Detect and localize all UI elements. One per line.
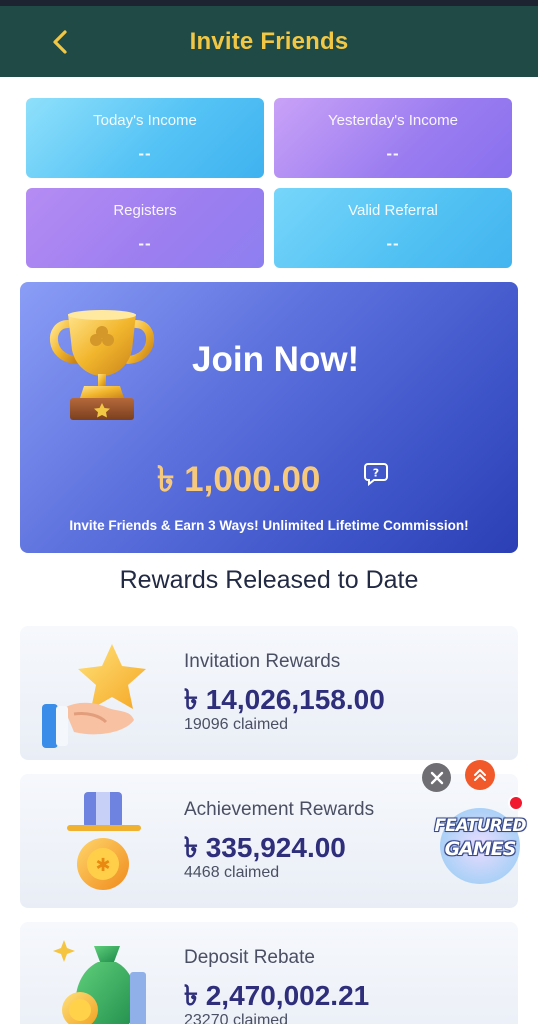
reward-title: Deposit Rebate bbox=[184, 947, 315, 968]
trophy-icon bbox=[50, 310, 154, 420]
stat-label: Yesterday's Income bbox=[328, 112, 458, 129]
stat-label: Valid Referral bbox=[348, 202, 438, 219]
stat-todays-income: Today's Income -- bbox=[26, 98, 264, 178]
scroll-top-button[interactable] bbox=[465, 760, 495, 790]
join-heading: Join Now! bbox=[192, 340, 360, 379]
join-banner[interactable]: Join Now! ৳ 1,000.00 ? Invite Friends & … bbox=[20, 282, 518, 553]
money-bag-icon bbox=[53, 940, 146, 1024]
close-icon bbox=[430, 771, 443, 784]
stat-value: -- bbox=[138, 234, 152, 253]
featured-line1: FEATURED bbox=[434, 816, 527, 836]
stat-value: -- bbox=[138, 144, 152, 163]
close-floating-button[interactable] bbox=[422, 763, 451, 792]
stat-label: Registers bbox=[113, 202, 177, 219]
top-header: Invite Friends bbox=[0, 6, 538, 77]
reward-title: Invitation Rewards bbox=[184, 651, 341, 672]
stat-label: Today's Income bbox=[93, 112, 197, 129]
reward-claimed: 19096 claimed bbox=[184, 716, 289, 733]
stat-value: -- bbox=[386, 234, 400, 253]
reward-card-deposit[interactable]: Deposit Rebate ৳ 2,470,002.21 23270 clai… bbox=[20, 922, 518, 1024]
svg-text:?: ? bbox=[373, 467, 379, 480]
stat-yesterdays-income: Yesterday's Income -- bbox=[274, 98, 512, 178]
featured-line2: GAMES bbox=[444, 838, 517, 860]
double-chevron-up-icon bbox=[474, 769, 486, 781]
section-title: Rewards Released to Date bbox=[119, 566, 419, 594]
reward-title: Achievement Rewards bbox=[184, 799, 375, 820]
svg-text:✱: ✱ bbox=[95, 855, 110, 876]
hand-star-icon bbox=[42, 644, 146, 748]
notification-dot bbox=[508, 795, 524, 811]
reward-card-invitation[interactable]: Invitation Rewards ৳ 14,026,158.00 19096… bbox=[20, 626, 518, 760]
bonus-amount: ৳ 1,000.00 bbox=[157, 460, 321, 499]
page-title: Invite Friends bbox=[189, 28, 349, 55]
reward-claimed: 4468 claimed bbox=[184, 864, 280, 881]
help-button[interactable]: ? bbox=[363, 460, 389, 487]
stat-value: -- bbox=[386, 144, 400, 163]
banner-note: Invite Friends & Earn 3 Ways! Unlimited … bbox=[69, 518, 469, 533]
medal-icon: ✱ bbox=[67, 792, 141, 890]
question-bubble-icon: ? bbox=[364, 463, 388, 487]
stat-registers: Registers -- bbox=[26, 188, 264, 268]
stat-valid-referral: Valid Referral -- bbox=[274, 188, 512, 268]
reward-claimed: 23270 claimed bbox=[184, 1012, 289, 1024]
